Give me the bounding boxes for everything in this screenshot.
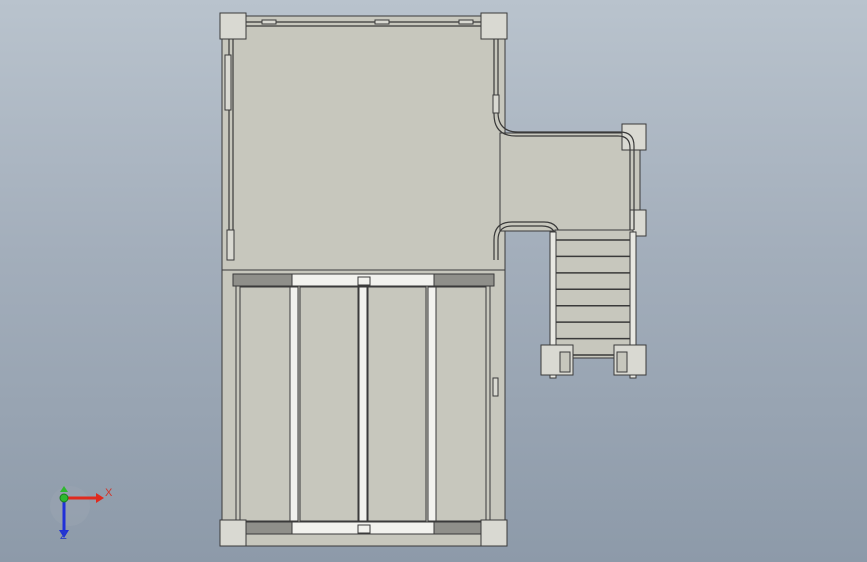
stair-foot-right-inner xyxy=(616,351,628,373)
rail-clip-left-1 xyxy=(224,54,232,111)
cad-viewport[interactable]: X Z xyxy=(0,0,867,562)
lower-top-beam-center xyxy=(291,273,435,287)
upper-deck-plate xyxy=(221,15,506,275)
triad-shadow xyxy=(50,486,90,526)
post-2 xyxy=(358,286,368,522)
stair-foot-left-inner xyxy=(559,351,571,373)
rail-clip-right xyxy=(492,94,500,114)
z-axis-label: Z xyxy=(60,530,67,542)
side-landing xyxy=(499,123,647,237)
bay-1 xyxy=(239,286,291,522)
bay-2 xyxy=(299,286,359,522)
x-axis-label: X xyxy=(105,487,113,499)
rail-clip-top-2 xyxy=(374,19,390,25)
stair xyxy=(540,229,647,379)
rail-clip-right-lower xyxy=(492,377,499,397)
platform-drawing[interactable] xyxy=(0,0,867,562)
upper-deck xyxy=(221,15,506,275)
bay-4 xyxy=(435,286,487,522)
y-axis-dot xyxy=(59,493,69,503)
post-3 xyxy=(427,286,437,522)
rail-clip-top-3 xyxy=(458,19,474,25)
corner-bracket-top-right xyxy=(480,12,508,40)
orientation-triad: X Z xyxy=(44,478,124,548)
corner-bracket-bottom-right xyxy=(480,519,508,547)
bay-3 xyxy=(367,286,427,522)
post-1 xyxy=(289,286,299,522)
rail-clip-left-2 xyxy=(226,229,235,261)
side-landing-plate xyxy=(499,132,641,232)
corner-bracket-top-left xyxy=(219,12,247,40)
corner-bracket-bottom-left xyxy=(219,519,247,547)
lower-structure xyxy=(219,269,508,547)
rail-clip-top-1 xyxy=(261,19,277,25)
lower-bottom-beam-center xyxy=(291,521,435,535)
x-axis-head xyxy=(96,493,104,503)
